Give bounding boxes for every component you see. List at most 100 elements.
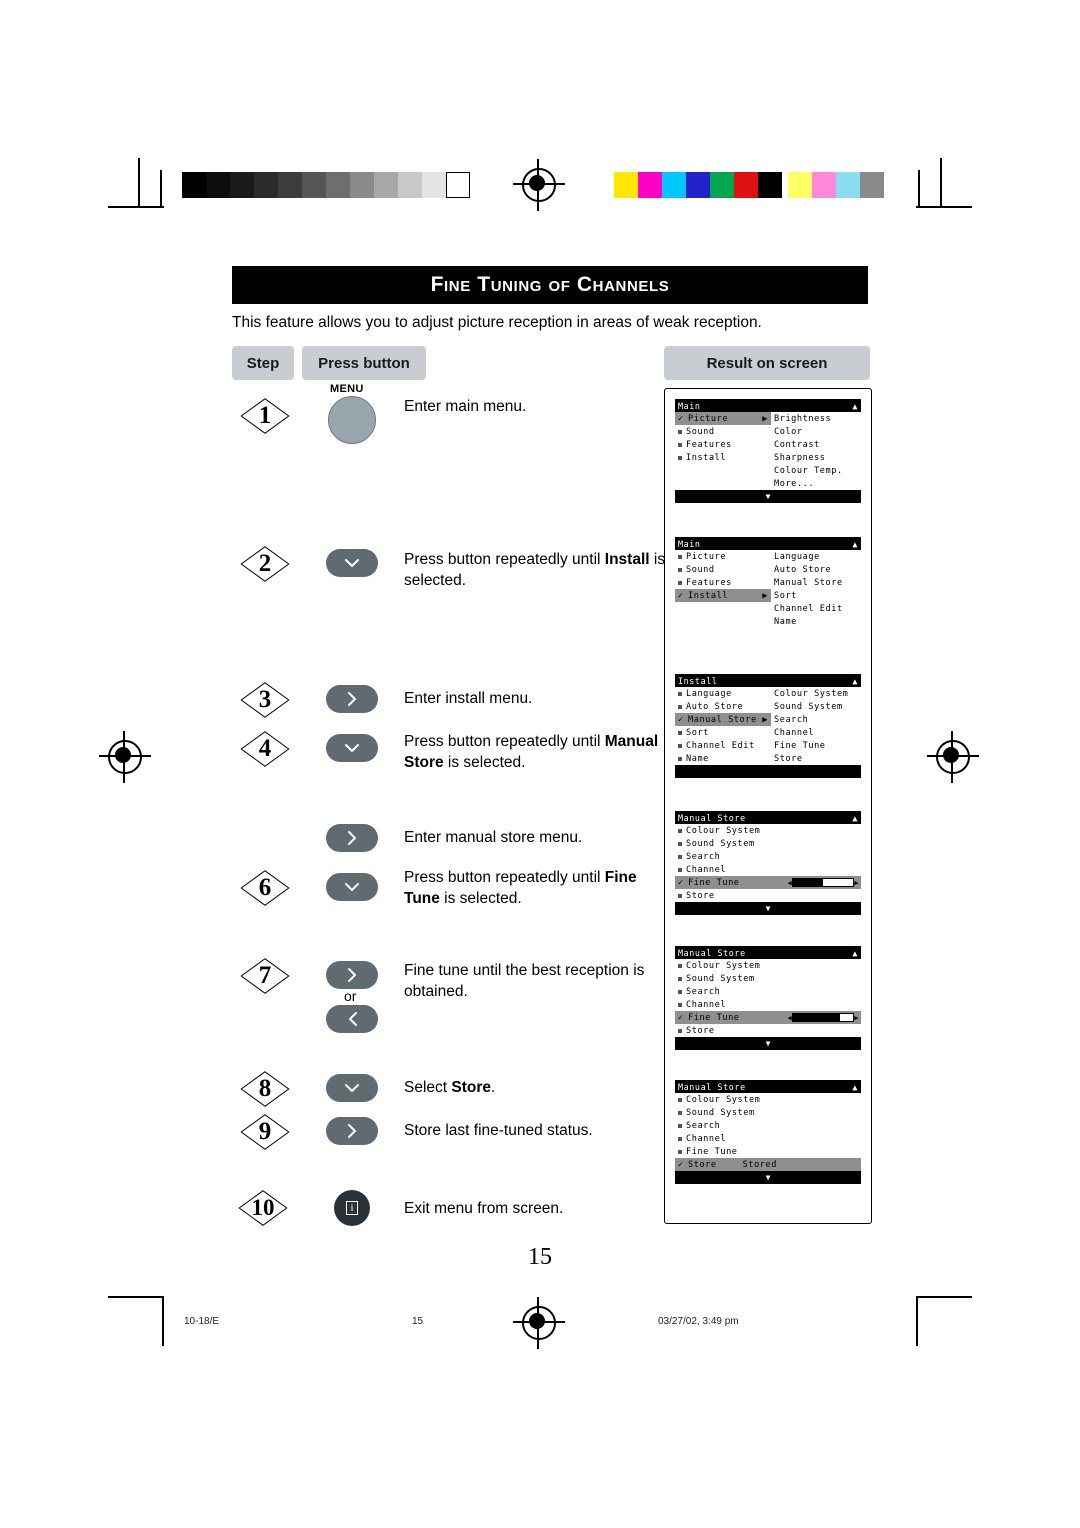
osd-title-bar: Main ▲ [675, 399, 861, 412]
osd-item[interactable]: Sort [675, 726, 771, 739]
osd-title-bar: Manual Store ▲ [675, 1080, 861, 1093]
step-1-text: Enter main menu. [404, 398, 527, 415]
osd-item[interactable]: Channel [675, 863, 861, 876]
osd-item[interactable]: Fine Tune [675, 1145, 861, 1158]
osd-item[interactable]: Picture [675, 550, 771, 563]
osd-submenu-item[interactable]: Fine Tune [771, 739, 861, 752]
right-button-step3[interactable] [326, 685, 378, 713]
osd-footer-bar: ▼ [675, 490, 861, 503]
osd-item[interactable]: Auto Store [675, 700, 771, 713]
bullet-icon [678, 691, 682, 696]
osd-title-bar: Manual Store ▲ [675, 946, 861, 959]
check-icon: ✓ [678, 413, 684, 424]
osd-item[interactable]: Sound System [675, 837, 861, 850]
osd-title: Manual Store [678, 1081, 746, 1092]
osd-item[interactable]: Colour System [675, 1093, 861, 1106]
down-button-step6[interactable] [326, 873, 378, 901]
crop-mark-left [160, 170, 162, 208]
step-6-instruction: Press button repeatedly until Fine Tune … [404, 867, 674, 909]
osd-item[interactable]: ✓ Manual Store ▶ [675, 713, 771, 726]
arrow-right-icon: ▶ [762, 590, 768, 601]
osd-item[interactable]: Sound [675, 425, 771, 438]
fine-tune-slider[interactable]: ◀ ▶ [787, 878, 859, 887]
bullet-icon [678, 854, 682, 859]
osd-submenu-item[interactable]: Sound System [771, 700, 861, 713]
right-button-step7[interactable] [326, 961, 378, 989]
fine-tune-slider[interactable]: ◀ ▶ [787, 1013, 859, 1022]
osd-submenu-item[interactable]: Color [771, 425, 861, 438]
osd-manual-store-store: Manual Store ▲ Colour System Sound Syste… [675, 1080, 861, 1184]
page-number: 15 [528, 1244, 552, 1270]
osd-item-fine-tune[interactable]: ✓ Fine Tune ◀ ▶ [675, 1011, 861, 1024]
down-button-step2[interactable] [326, 549, 378, 577]
crop-mark-br-v [916, 1296, 918, 1346]
osd-item[interactable]: Install [675, 451, 771, 464]
menu-button[interactable] [328, 396, 376, 444]
osd-item[interactable]: Colour System [675, 959, 861, 972]
osd-item[interactable]: Search [675, 985, 861, 998]
osd-manual-store-fine-tune-2: Manual Store ▲ Colour System Sound Syste… [675, 946, 861, 1050]
step-number-8: 8 [236, 1069, 294, 1109]
osd-item[interactable]: ✓ Picture ▶ [675, 412, 771, 425]
osd-item[interactable]: Name [675, 752, 771, 765]
column-header-press-label: Press button [318, 354, 410, 372]
bullet-icon [678, 828, 682, 833]
step-6-text-lead: Press button repeatedly until [404, 869, 605, 886]
osd-item[interactable]: ✓ Install ▶ [675, 589, 771, 602]
chevron-down-icon [345, 558, 359, 567]
osd-item[interactable]: Search [675, 850, 861, 863]
osd-submenu-item[interactable]: Language [771, 550, 861, 563]
osd-submenu-item[interactable]: Colour System [771, 687, 861, 700]
arrow-up-icon: ▲ [852, 812, 858, 823]
osd-submenu-item[interactable]: Sharpness [771, 451, 861, 464]
step-number-1: 1 [236, 396, 294, 436]
osd-item[interactable]: Language [675, 687, 771, 700]
osd-item[interactable]: Channel [675, 1132, 861, 1145]
osd-item[interactable]: Search [675, 1119, 861, 1132]
exit-button[interactable]: i [334, 1190, 370, 1226]
crop-mark-br-h [916, 1296, 972, 1298]
step-3-text: Enter install menu. [404, 690, 533, 707]
osd-item[interactable]: Channel [675, 998, 861, 1011]
osd-submenu-item[interactable]: Channel Edit [771, 602, 861, 615]
right-button-step9[interactable] [326, 1117, 378, 1145]
osd-item[interactable]: Store [675, 1024, 861, 1037]
osd-item[interactable]: Store [675, 889, 861, 902]
osd-item[interactable]: Features [675, 576, 771, 589]
check-icon: ✓ [678, 1012, 684, 1023]
step-5-instruction: Enter manual store menu. [404, 827, 674, 848]
osd-install-manual-store: Install ▲ Language Auto Store ✓ Manual St… [675, 674, 861, 778]
step-7-instruction: Fine tune until the best reception is ob… [404, 960, 654, 1002]
left-button-step7[interactable] [326, 1005, 378, 1033]
osd-submenu-item[interactable]: Contrast [771, 438, 861, 451]
down-button-step8[interactable] [326, 1074, 378, 1102]
osd-item[interactable]: Channel Edit [675, 739, 771, 752]
osd-submenu-item[interactable]: Sort [771, 589, 861, 602]
osd-submenu-item[interactable]: Brightness [771, 412, 861, 425]
osd-submenu-item[interactable]: Name [771, 615, 861, 628]
right-button-step5[interactable] [326, 824, 378, 852]
osd-submenu-item[interactable]: More... [771, 477, 861, 490]
osd-item-store[interactable]: ✓ Store Stored [675, 1158, 861, 1171]
arrow-up-icon: ▲ [852, 947, 858, 958]
bullet-icon [678, 1110, 682, 1115]
osd-item[interactable]: Features [675, 438, 771, 451]
chevron-left-icon [348, 1012, 357, 1026]
osd-submenu-item[interactable]: Channel [771, 726, 861, 739]
arrow-up-icon: ▲ [852, 400, 858, 411]
osd-submenu-item[interactable]: Store [771, 752, 861, 765]
osd-submenu-item[interactable]: Colour Temp. [771, 464, 861, 477]
osd-item[interactable]: Sound System [675, 972, 861, 985]
down-button-step4[interactable] [326, 734, 378, 762]
osd-submenu-item[interactable]: Search [771, 713, 861, 726]
check-icon: ✓ [678, 877, 684, 888]
osd-submenu-item[interactable]: Manual Store [771, 576, 861, 589]
osd-item[interactable]: Sound [675, 563, 771, 576]
osd-item[interactable]: Colour System [675, 824, 861, 837]
osd-item-fine-tune[interactable]: ✓ Fine Tune ◀ ▶ [675, 876, 861, 889]
bullet-icon [678, 554, 682, 559]
osd-submenu-item[interactable]: Auto Store [771, 563, 861, 576]
osd-title-bar: Main ▲ [675, 537, 861, 550]
osd-item[interactable]: Sound System [675, 1106, 861, 1119]
osd-footer-bar: ▼ [675, 902, 861, 915]
